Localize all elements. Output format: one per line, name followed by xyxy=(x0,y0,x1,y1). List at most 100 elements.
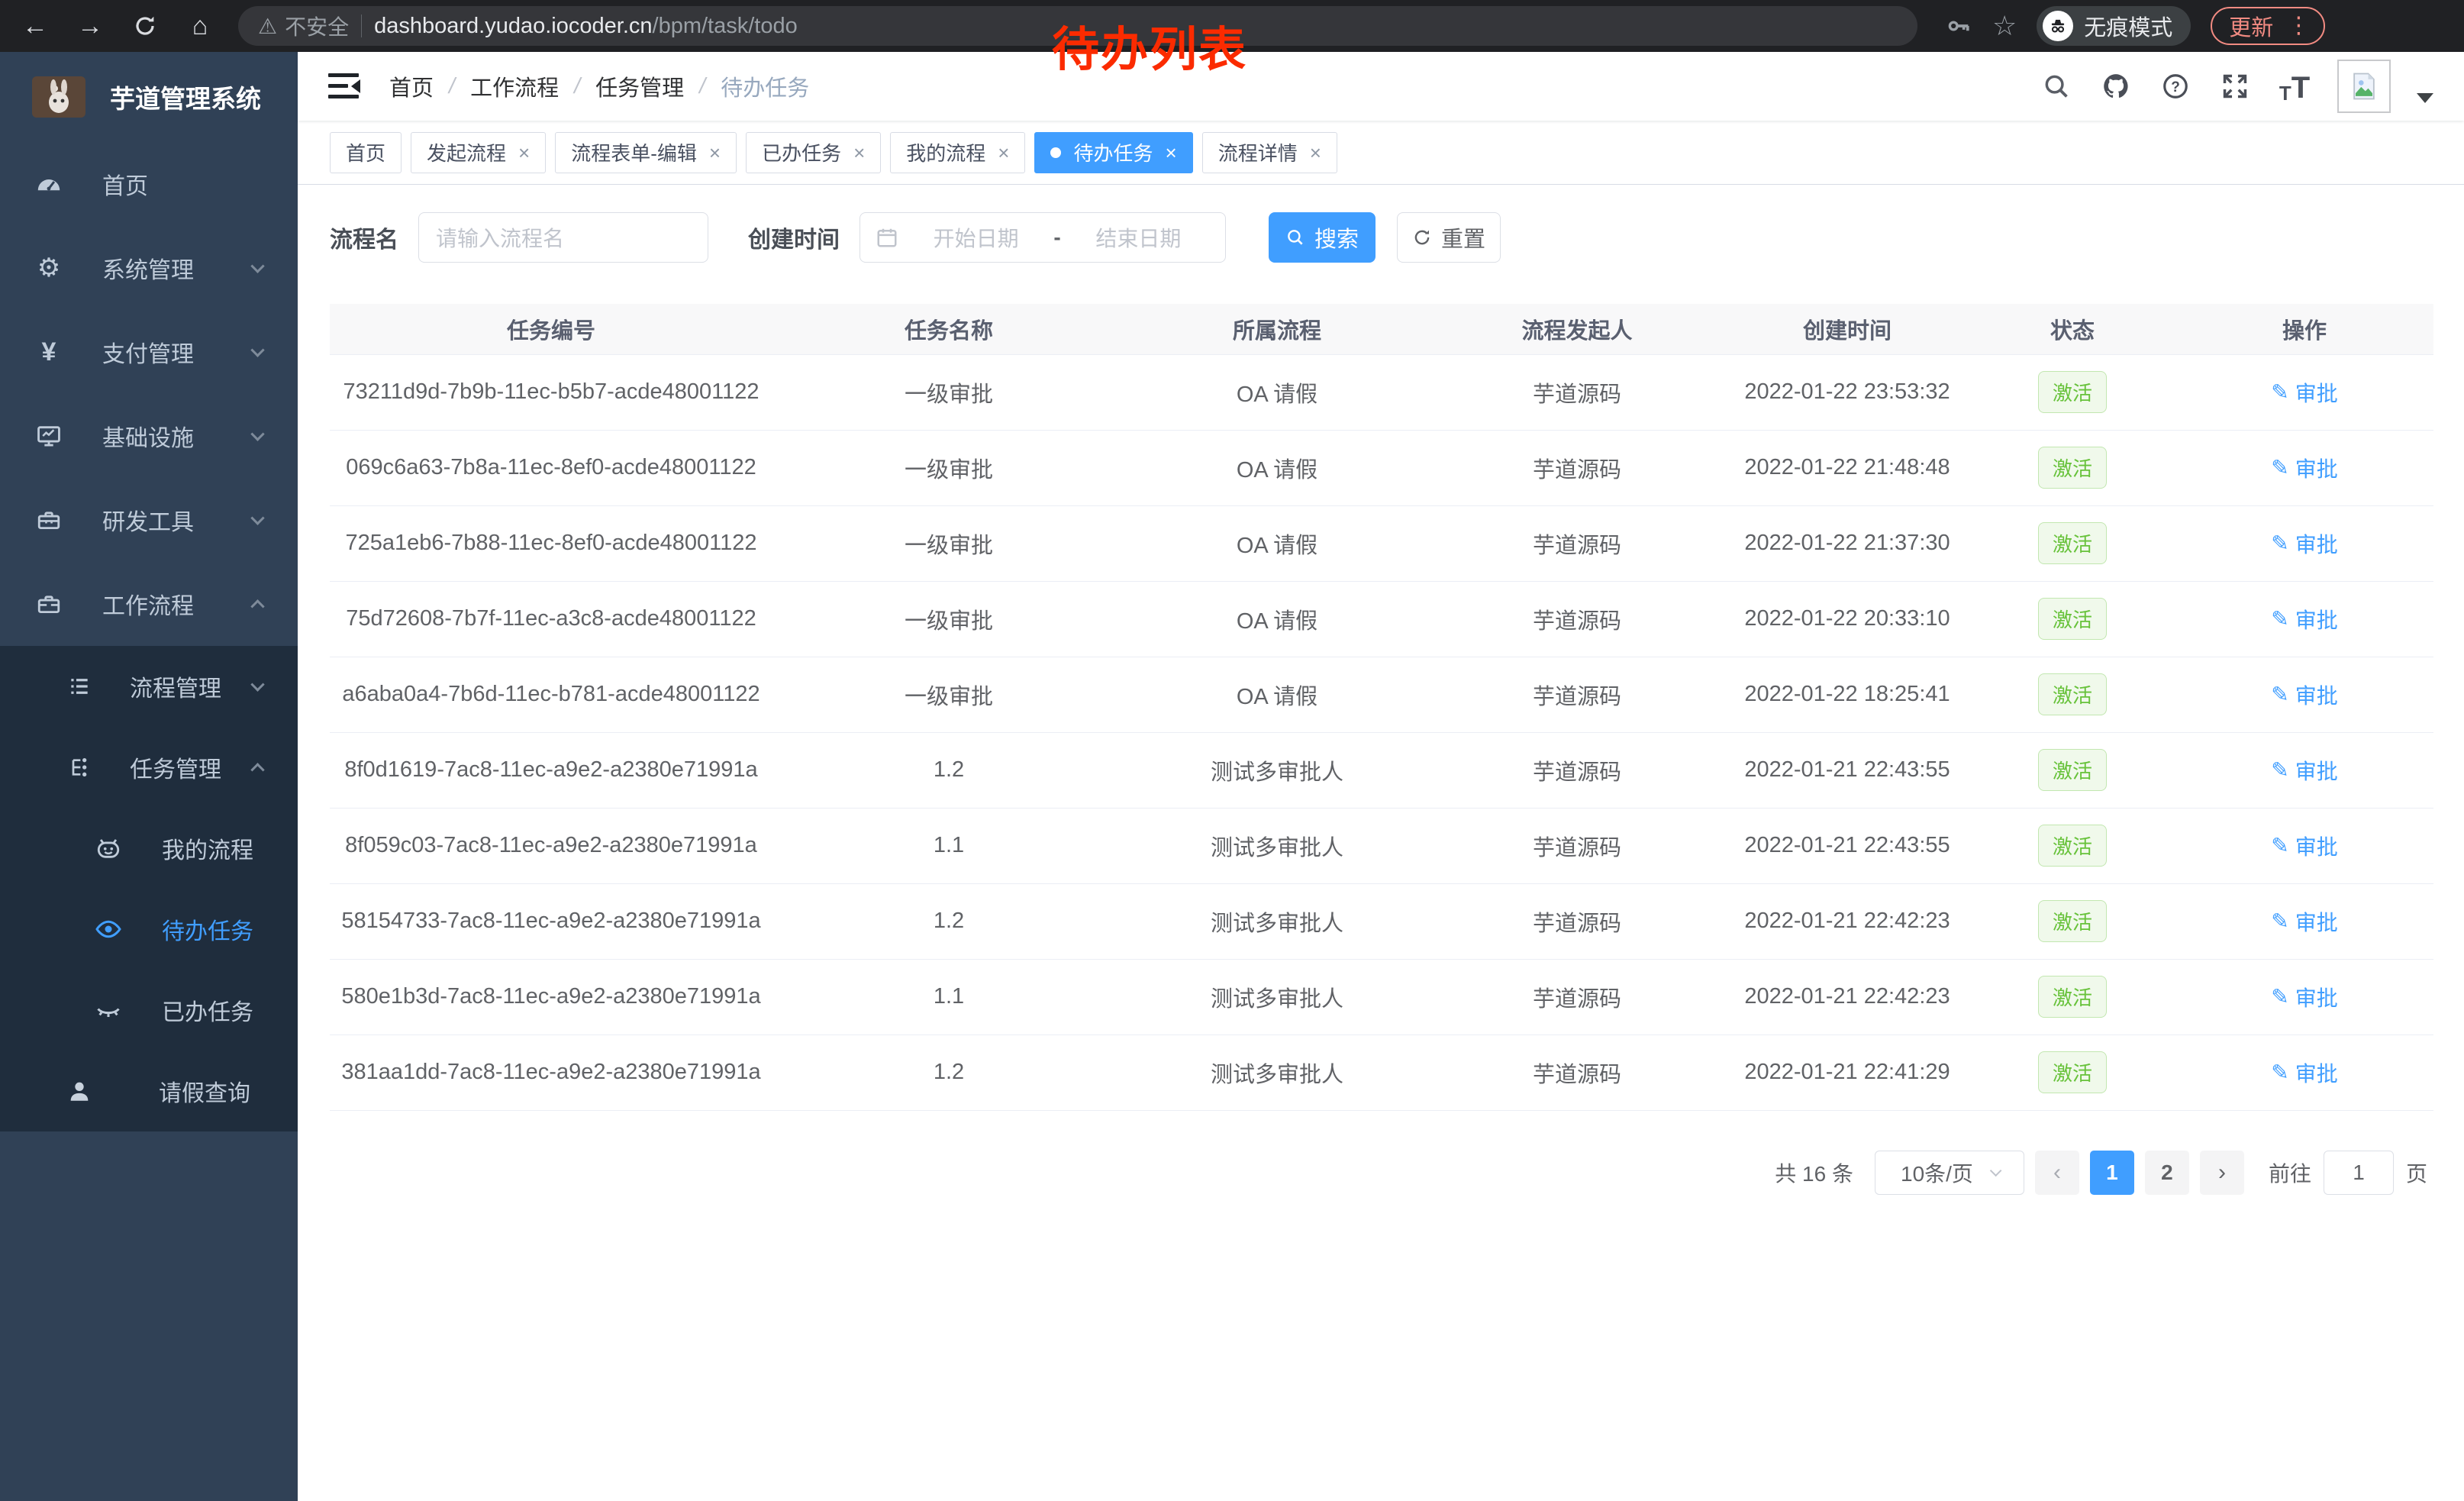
svg-text:?: ? xyxy=(2171,79,2180,95)
goto-page-input[interactable]: 1 xyxy=(2324,1151,2394,1195)
reset-button[interactable]: 重置 xyxy=(1397,212,1501,263)
edit-pencil-icon: ✎ xyxy=(2271,984,2288,1009)
approve-button[interactable]: ✎审批 xyxy=(2271,679,2337,710)
tab-done-tasks[interactable]: 已办任务× xyxy=(746,132,881,173)
user-icon xyxy=(64,1078,95,1104)
browser-menu-icon[interactable]: ⋮ xyxy=(2287,19,2310,33)
cell-created: 2022-01-21 22:42:23 xyxy=(1725,959,1969,1035)
page-size-select[interactable]: 10条/页 xyxy=(1875,1151,2024,1195)
warning-icon: ⚠ xyxy=(258,14,277,39)
sidebar-item-infrastructure[interactable]: 基础设施 xyxy=(0,394,298,478)
cell-task-name: 一级审批 xyxy=(772,505,1125,581)
breadcrumb-home[interactable]: 首页 xyxy=(389,70,434,102)
not-secure-warning[interactable]: ⚠ 不安全 xyxy=(258,11,349,41)
cell-process: 测试多审批人 xyxy=(1125,959,1429,1035)
breadcrumb-workflow[interactable]: 工作流程 xyxy=(470,70,559,102)
close-icon[interactable]: × xyxy=(709,143,721,163)
tab-process-detail[interactable]: 流程详情× xyxy=(1202,132,1337,173)
search-icon[interactable] xyxy=(2040,69,2073,103)
cell-status: 激活 xyxy=(1969,657,2175,732)
font-size-icon[interactable]: TT xyxy=(2278,69,2311,103)
process-name-input[interactable]: 请输入流程名 xyxy=(418,212,708,263)
bookmark-star-icon[interactable]: ☆ xyxy=(1992,10,2017,42)
sidebar-item-my-process[interactable]: 我的流程 xyxy=(0,808,298,889)
approve-button[interactable]: ✎审批 xyxy=(2271,377,2337,408)
sidebar-item-done-tasks[interactable]: 已办任务 xyxy=(0,970,298,1051)
cell-task-name: 1.1 xyxy=(772,959,1125,1035)
avatar[interactable] xyxy=(2337,60,2391,113)
tab-form-edit[interactable]: 流程表单-编辑× xyxy=(555,132,737,173)
cell-created: 2022-01-22 21:48:48 xyxy=(1725,430,1969,505)
fullscreen-icon[interactable] xyxy=(2218,69,2252,103)
chevron-down-icon xyxy=(250,427,264,441)
browser-forward-icon[interactable]: → xyxy=(73,9,107,43)
cell-status: 激活 xyxy=(1969,1035,2175,1110)
close-icon[interactable]: × xyxy=(518,143,530,163)
page-button-2[interactable]: 2 xyxy=(2145,1151,2189,1195)
cell-status: 激活 xyxy=(1969,959,2175,1035)
approve-button[interactable]: ✎审批 xyxy=(2271,906,2337,937)
sidebar-item-payment[interactable]: ¥ 支付管理 xyxy=(0,310,298,394)
sidebar-item-task-mgmt[interactable]: 任务管理 xyxy=(0,727,298,808)
approve-button[interactable]: ✎审批 xyxy=(2271,453,2337,483)
close-icon[interactable]: × xyxy=(998,143,1009,163)
start-date-input[interactable]: 开始日期 xyxy=(905,222,1047,253)
cell-task-id: 73211d9d-7b9b-11ec-b5b7-acde48001122 xyxy=(330,354,772,430)
sidebar-item-system[interactable]: ⚙ 系统管理 xyxy=(0,226,298,310)
key-icon[interactable] xyxy=(1946,13,1972,39)
tab-start-process[interactable]: 发起流程× xyxy=(411,132,546,173)
cell-process: OA 请假 xyxy=(1125,430,1429,505)
breadcrumb-task-mgmt[interactable]: 任务管理 xyxy=(595,70,684,102)
approve-button[interactable]: ✎审批 xyxy=(2271,755,2337,786)
browser-home-icon[interactable]: ⌂ xyxy=(183,9,217,43)
browser-back-icon[interactable]: ← xyxy=(18,9,52,43)
cell-status: 激活 xyxy=(1969,808,2175,883)
sidebar-collapse-icon[interactable] xyxy=(328,73,360,100)
tab-todo-tasks[interactable]: 待办任务× xyxy=(1034,132,1192,173)
close-icon[interactable]: × xyxy=(1166,143,1177,163)
prev-page-button[interactable]: ‹ xyxy=(2035,1151,2079,1195)
browser-update-button[interactable]: 更新 ⋮ xyxy=(2211,7,2325,45)
sidebar-item-process-mgmt[interactable]: 流程管理 xyxy=(0,646,298,727)
approve-button[interactable]: ✎审批 xyxy=(2271,528,2337,559)
sidebar-item-workflow[interactable]: 工作流程 xyxy=(0,562,298,646)
approve-button[interactable]: ✎审批 xyxy=(2271,831,2337,861)
chevron-down-icon xyxy=(250,259,264,273)
close-icon[interactable]: × xyxy=(1310,143,1321,163)
incognito-label: 无痕模式 xyxy=(2084,10,2172,42)
cell-task-id: 069c6a63-7b8a-11ec-8ef0-acde48001122 xyxy=(330,430,772,505)
logo-image xyxy=(32,76,85,118)
approve-button[interactable]: ✎审批 xyxy=(2271,1057,2337,1088)
table-row: 580e1b3d-7ac8-11ec-a9e2-a2380e71991a 1.1… xyxy=(330,959,2433,1035)
sidebar-item-devtools[interactable]: 研发工具 xyxy=(0,478,298,562)
approve-button[interactable]: ✎审批 xyxy=(2271,604,2337,634)
cell-task-name: 一级审批 xyxy=(772,354,1125,430)
end-date-input[interactable]: 结束日期 xyxy=(1067,222,1210,253)
next-page-button[interactable]: › xyxy=(2200,1151,2244,1195)
date-range-picker[interactable]: 开始日期 - 结束日期 xyxy=(859,212,1226,263)
browser-actions: ☆ 无痕模式 更新 ⋮ xyxy=(1946,6,2325,46)
avatar-dropdown-icon[interactable] xyxy=(2417,93,2433,103)
browser-reload-icon[interactable] xyxy=(128,9,162,43)
sidebar-item-home[interactable]: 首页 xyxy=(0,142,298,226)
eye-closed-icon xyxy=(93,996,124,1024)
cell-task-name: 1.1 xyxy=(772,808,1125,883)
cell-task-id: 725a1eb6-7b88-11ec-8ef0-acde48001122 xyxy=(330,505,772,581)
tab-my-process[interactable]: 我的流程× xyxy=(890,132,1025,173)
page-button-1[interactable]: 1 xyxy=(2090,1151,2134,1195)
search-button[interactable]: 搜索 xyxy=(1269,212,1376,263)
close-icon[interactable]: × xyxy=(853,143,865,163)
cell-task-name: 1.2 xyxy=(772,883,1125,959)
sidebar-item-leave-query[interactable]: 请假查询 xyxy=(0,1051,298,1131)
tab-home[interactable]: 首页 xyxy=(330,132,402,173)
cell-process: 测试多审批人 xyxy=(1125,1035,1429,1110)
sidebar-logo-row[interactable]: 芋道管理系统 xyxy=(0,52,298,142)
approve-button[interactable]: ✎审批 xyxy=(2271,982,2337,1012)
help-icon[interactable]: ? xyxy=(2159,69,2192,103)
sidebar-item-todo-tasks[interactable]: 待办任务 xyxy=(0,889,298,970)
cell-initiator: 芋道源码 xyxy=(1429,430,1725,505)
github-icon[interactable] xyxy=(2099,69,2133,103)
incognito-badge: 无痕模式 xyxy=(2037,6,2191,46)
cell-task-id: 381aa1dd-7ac8-11ec-a9e2-a2380e71991a xyxy=(330,1035,772,1110)
edit-pencil-icon: ✎ xyxy=(2271,379,2288,405)
